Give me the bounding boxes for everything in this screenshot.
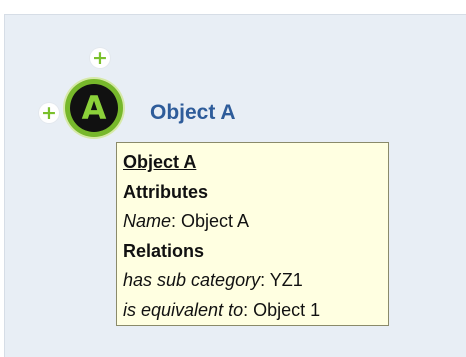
relation-key: has sub category [123, 270, 261, 290]
relation-key: is equivalent to [123, 299, 244, 320]
relations-heading: Relations [123, 240, 205, 261]
attribute-value: Object A [181, 211, 250, 231]
node-letter: A [81, 89, 107, 127]
expand-up-plus-icon[interactable]: + [90, 48, 110, 68]
tooltip-title: Object A [123, 152, 197, 172]
attributes-heading: Attributes [123, 181, 208, 202]
attribute-row: Name: Object A [123, 211, 250, 231]
relation-row: is equivalent to: Object 1 [123, 299, 321, 320]
node-label[interactable]: Object A [150, 101, 236, 125]
relation-value: YZ1 [269, 270, 303, 290]
attribute-key: Name [123, 211, 172, 231]
relation-row: has sub category: YZ1 [123, 270, 303, 290]
object-node[interactable]: A [65, 79, 123, 137]
relation-value: Object 1 [253, 299, 321, 320]
node-icon: A [70, 84, 118, 132]
node-tooltip: Object A Attributes Name: Object A Relat… [116, 142, 389, 326]
expand-left-plus-icon[interactable]: + [39, 103, 59, 123]
